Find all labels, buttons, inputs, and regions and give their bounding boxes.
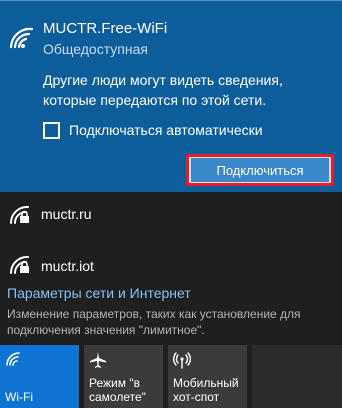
tile-label: Wi-Fi (5, 390, 33, 404)
network-name: MUCTR.Free-WiFi (43, 20, 168, 37)
network-name: muctr.iot (41, 258, 94, 274)
network-warning-text: Другие люди могут видеть сведения, котор… (43, 72, 283, 108)
network-status: Общедоступная (43, 41, 148, 57)
network-name: muctr.ru (41, 206, 92, 222)
auto-connect-option[interactable]: Подключаться автоматически (43, 120, 263, 140)
selected-network-panel[interactable]: MUCTR.Free-WiFi Общедоступная Другие люд… (0, 0, 342, 192)
network-settings-description: Изменение параметров, таких как установл… (7, 307, 301, 337)
airplane-icon (90, 352, 106, 368)
hotspot-icon (173, 352, 191, 369)
secured-wifi-icon (9, 255, 29, 274)
network-settings-link[interactable]: Параметры сети и Интернет (7, 285, 191, 301)
connect-button[interactable]: Подключиться (186, 154, 334, 186)
auto-connect-checkbox[interactable] (43, 121, 60, 139)
wifi-icon (6, 352, 20, 366)
connect-button-label: Подключиться (191, 158, 329, 182)
wifi-toggle-tile[interactable]: Wi-Fi (0, 345, 79, 408)
mobile-hotspot-tile[interactable]: Мобильный хот-спот (168, 345, 247, 408)
tile-label: Режим "в самолете" (89, 376, 146, 404)
airplane-mode-tile[interactable]: Режим "в самолете" (84, 345, 163, 408)
secured-wifi-icon (9, 205, 29, 224)
auto-connect-label: Подключаться автоматически (69, 122, 263, 138)
empty-tile (252, 345, 342, 408)
network-item-muctr-ru[interactable]: muctr.ru (0, 198, 342, 242)
wifi-signal-icon (9, 27, 34, 49)
tile-label: Мобильный хот-спот (173, 376, 239, 404)
